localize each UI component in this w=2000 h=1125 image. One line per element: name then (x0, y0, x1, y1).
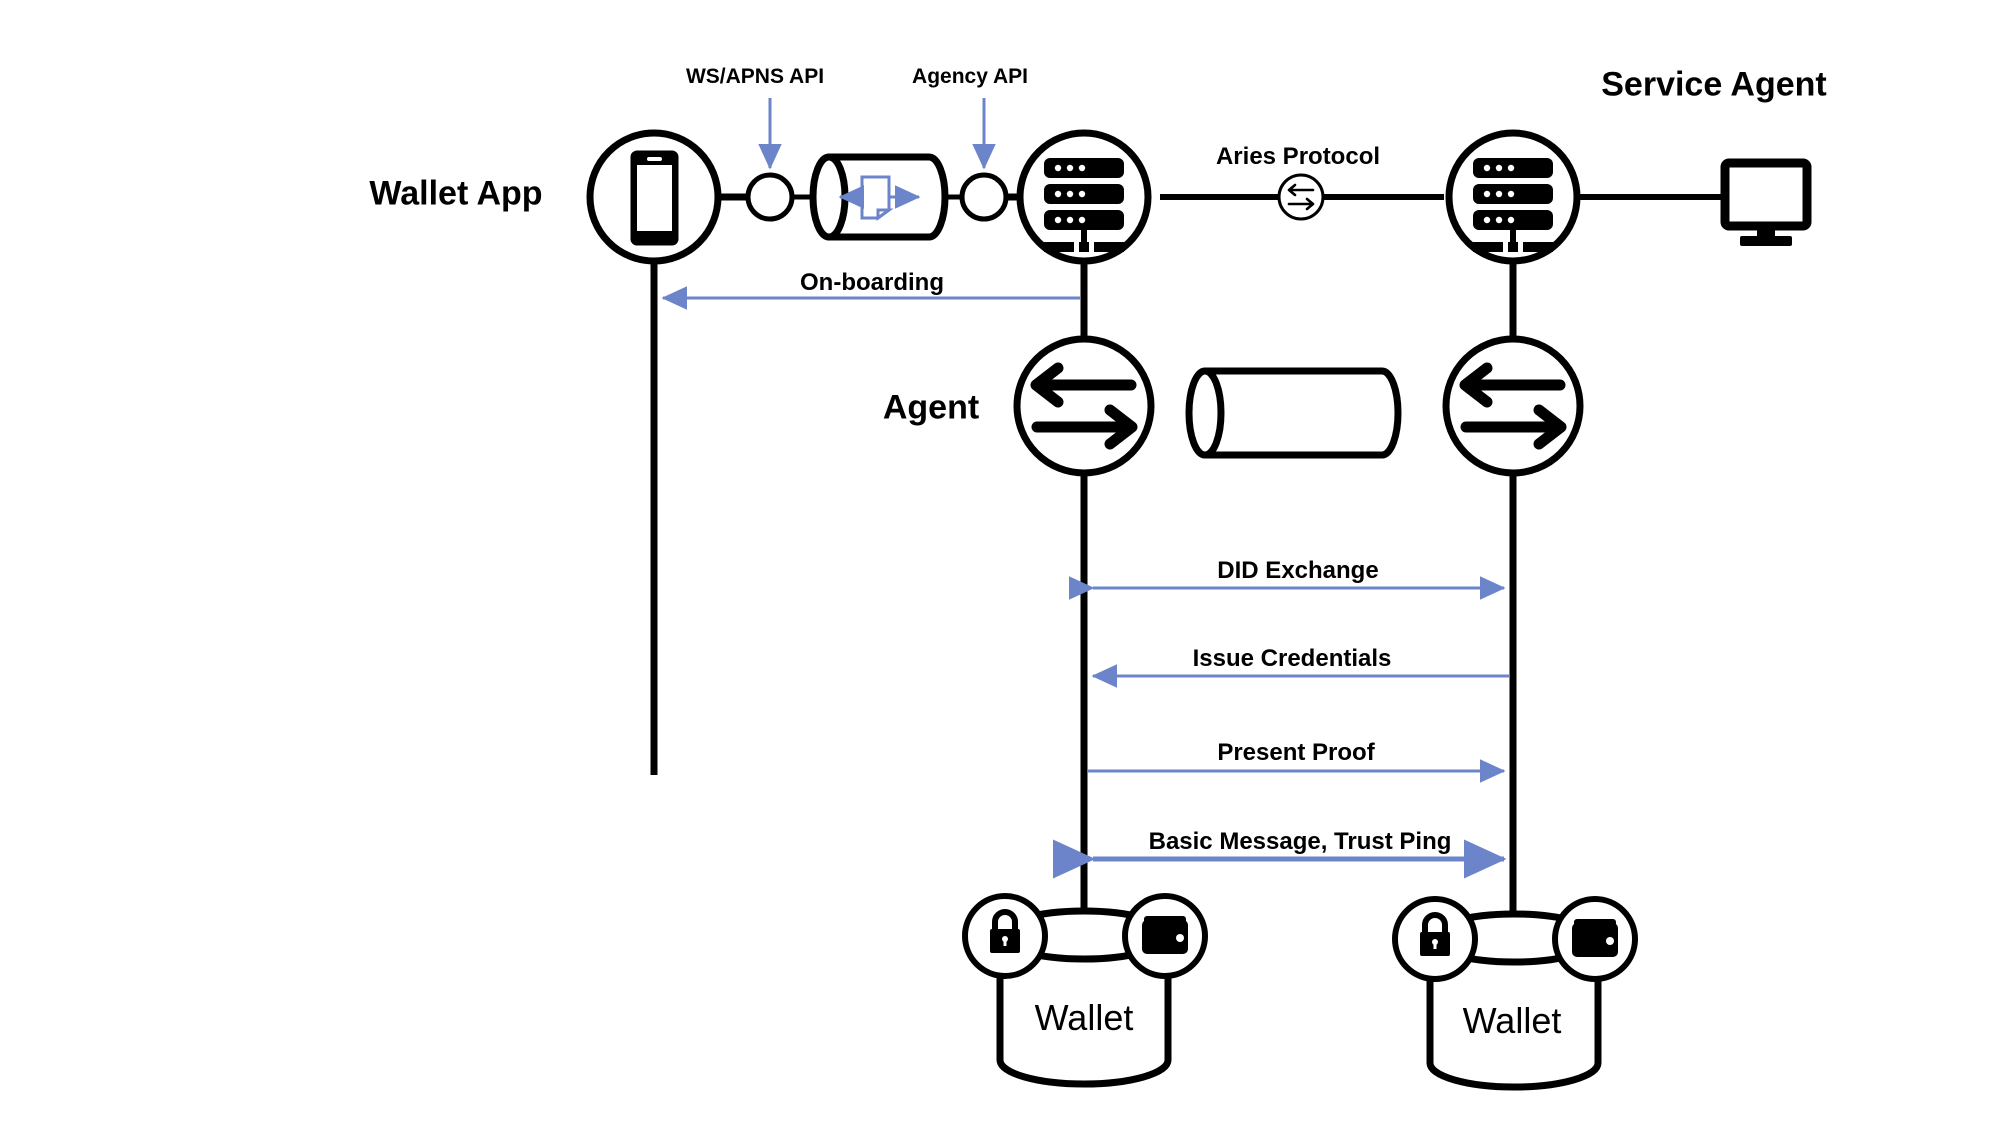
flow-label-present-proof: Present Proof (1217, 739, 1375, 766)
server-icon-left (1016, 129, 1152, 265)
wallet-store-left (962, 893, 1208, 1088)
agent-label: Agent (882, 388, 980, 427)
ws-apns-api-label: WS/APNS API (685, 65, 825, 88)
agency-connector-node (959, 172, 1009, 222)
smartphone-icon (586, 129, 722, 265)
onboarding-label: On-boarding (800, 269, 944, 296)
bidirectional-arrows-icon-left (1013, 335, 1155, 477)
exchange-arrows-icon (1277, 173, 1325, 221)
monitor-icon (1720, 158, 1812, 246)
flow-label-basic-message: Basic Message, Trust Ping (1148, 828, 1452, 855)
lock-icon-right (1392, 896, 1478, 982)
message-queue-cylinder-icon (809, 153, 949, 241)
wallet-billfold-icon-left (1122, 893, 1208, 979)
flow-label-issue-credentials: Issue Credentials (1192, 645, 1392, 672)
agency-api-label: Agency API (912, 65, 1028, 88)
wallet-right-label: Wallet (1462, 1000, 1562, 1041)
ws-apns-connector-node (745, 172, 795, 222)
service-agent-title: Service Agent (1601, 65, 1827, 104)
lock-icon-left (962, 893, 1048, 979)
diagram-canvas: WS/APNS API Agency API Service Agent Wal… (0, 0, 2000, 1125)
server-icon-right (1445, 129, 1581, 265)
wallet-app-title: Wallet App (369, 174, 543, 213)
bidirectional-arrows-icon-right (1442, 335, 1584, 477)
aries-protocol-label: Aries Protocol (1215, 143, 1381, 170)
ledger-cylinder-icon (1185, 367, 1402, 459)
wallet-billfold-icon-right (1552, 896, 1638, 982)
flow-label-did-exchange: DID Exchange (1217, 557, 1379, 584)
wallet-store-right (1392, 896, 1638, 1091)
wallet-left-label: Wallet (1034, 997, 1134, 1038)
diagram-vector-layer (586, 98, 1812, 1091)
